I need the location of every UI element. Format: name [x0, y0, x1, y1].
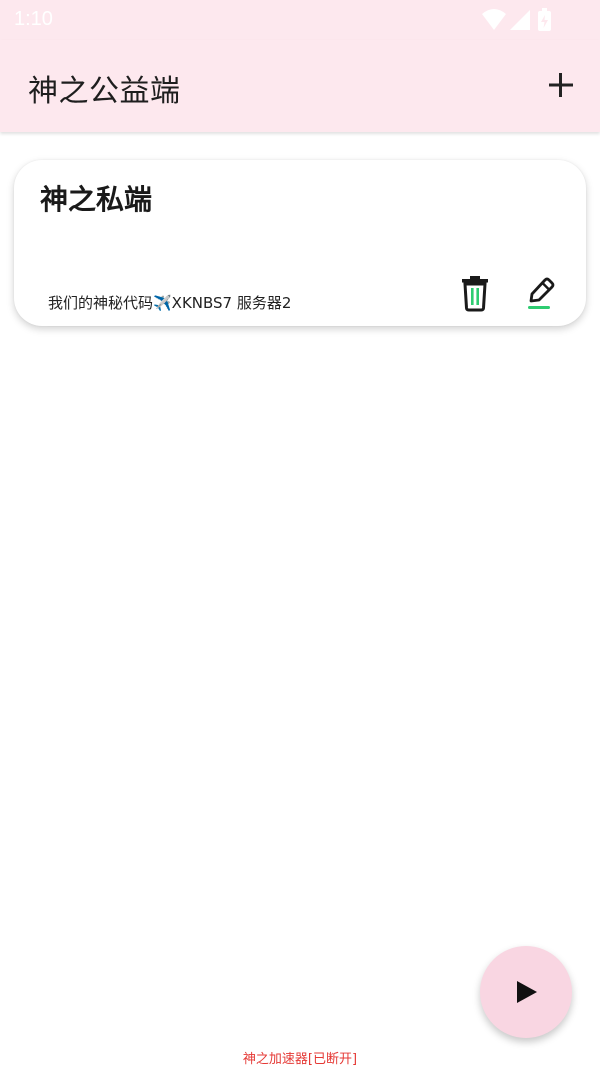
connect-fab-button[interactable]	[480, 946, 572, 1038]
edit-button[interactable]	[524, 274, 558, 312]
status-bar: 1:10	[0, 0, 600, 40]
pencil-icon	[528, 277, 555, 309]
server-card-title: 神之私端	[40, 183, 153, 216]
connection-status: 神之加速器[已断开]	[242, 1052, 358, 1066]
add-button[interactable]	[544, 68, 578, 102]
status-time: 1:10	[14, 8, 53, 30]
status-icons	[482, 8, 551, 31]
battery-icon	[538, 8, 551, 31]
app-bar: 神之公益端	[0, 40, 600, 132]
server-card-subtitle: 我们的神秘代码✈️XKNBS7 服务器2	[48, 294, 292, 312]
wifi-icon	[482, 9, 506, 30]
app-title: 神之公益端	[28, 74, 181, 109]
signal-icon	[510, 10, 530, 30]
delete-button[interactable]	[458, 274, 492, 312]
plus-icon	[549, 73, 573, 97]
app-screen: 1:10 神之公益端 神之私端 我们的神秘代码✈️XKNBS7 服务器2 神之加…	[0, 0, 600, 1066]
server-card[interactable]: 神之私端 我们的神秘代码✈️XKNBS7 服务器2	[14, 160, 586, 326]
trash-icon	[462, 276, 488, 312]
play-icon	[517, 981, 537, 1003]
